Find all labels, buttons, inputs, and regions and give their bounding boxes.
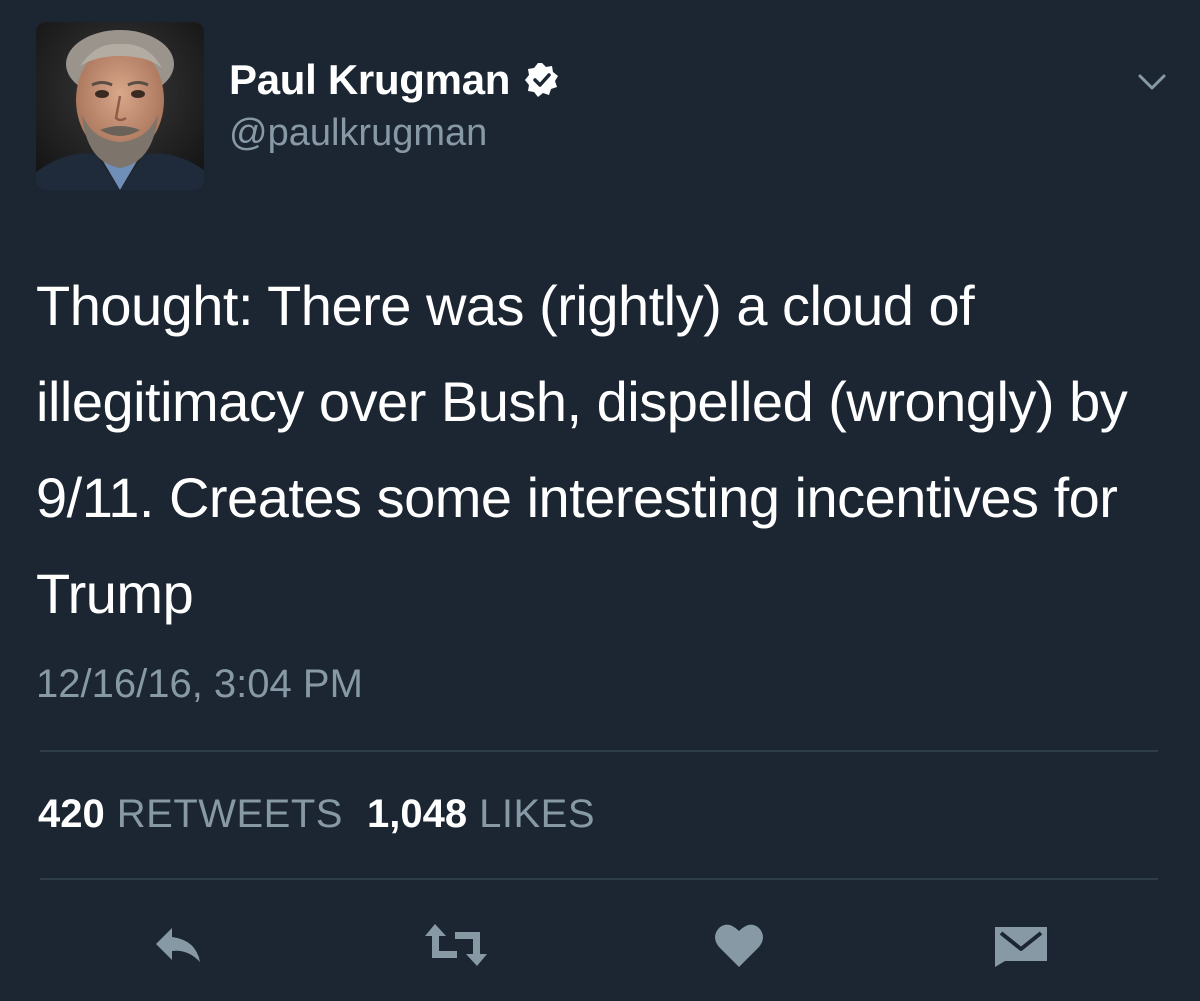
retweet-icon [425, 924, 487, 966]
retweets-label: RETWEETS [116, 792, 343, 836]
author-handle[interactable]: @paulkrugman [229, 112, 487, 155]
tweet-detail: Paul Krugman @paulkrugman Thought: There… [0, 0, 1200, 1001]
more-options-chevron-down-icon[interactable] [1134, 68, 1170, 98]
direct-message-button[interactable] [986, 910, 1056, 980]
like-button[interactable] [704, 910, 774, 980]
retweets-count: 420 [38, 792, 105, 836]
retweets-stat[interactable]: 420 RETWEETS [38, 792, 343, 837]
avatar[interactable] [36, 22, 204, 190]
verified-badge-icon [524, 62, 560, 98]
likes-stat[interactable]: 1,048 LIKES [367, 792, 595, 837]
likes-label: LIKES [479, 792, 595, 836]
divider [40, 878, 1158, 880]
reply-icon [156, 928, 200, 962]
author-name[interactable]: Paul Krugman [229, 56, 510, 104]
heart-icon [715, 924, 763, 967]
tweet-text: Thought: There was (rightly) a cloud of … [36, 274, 1128, 625]
tweet-actions-bar [0, 910, 1200, 980]
reply-button[interactable] [143, 910, 213, 980]
avatar-photo [36, 22, 204, 190]
engagement-stats: 420 RETWEETS 1,048 LIKES [38, 792, 595, 837]
envelope-icon [995, 927, 1047, 967]
tweet-timestamp: 12/16/16, 3:04 PM [36, 662, 363, 706]
author-name-row[interactable]: Paul Krugman [229, 56, 560, 104]
likes-count: 1,048 [366, 792, 468, 836]
retweet-button[interactable] [421, 910, 491, 980]
divider [40, 750, 1158, 752]
